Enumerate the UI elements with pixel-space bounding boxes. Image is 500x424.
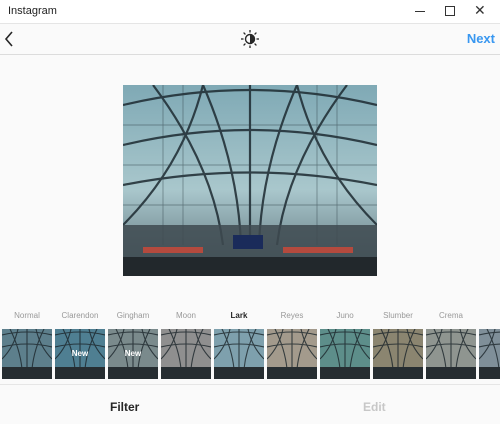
minimize-button[interactable] (405, 0, 435, 23)
chevron-left-icon (4, 31, 13, 47)
filter-label: Lu (471, 311, 500, 320)
filter-thumbnail (426, 329, 476, 379)
bottom-tab-bar: Filter Edit (0, 384, 500, 424)
filter-thumbnail (479, 329, 500, 379)
back-button[interactable] (2, 28, 20, 50)
filter-thumbnail (267, 329, 317, 379)
tab-filter[interactable]: Filter (110, 400, 139, 414)
close-icon: ✕ (474, 2, 486, 18)
window-title: Instagram (8, 5, 57, 17)
filter-thumbnail (214, 329, 264, 379)
next-button[interactable]: Next (467, 31, 495, 46)
maximize-button[interactable] (435, 0, 465, 23)
lux-adjust-button[interactable] (240, 29, 260, 49)
filter-thumbnail (161, 329, 211, 379)
editor-toolbar: Next (0, 24, 500, 55)
filter-strip[interactable]: Normal Clarendon New Gingham New Moon Lark Reye… (0, 311, 500, 383)
new-badge: New (124, 349, 142, 358)
minimize-icon (415, 11, 425, 12)
tab-edit[interactable]: Edit (363, 400, 386, 414)
title-bar: Instagram ✕ (0, 0, 500, 24)
close-button[interactable]: ✕ (466, 0, 496, 23)
new-badge: New (71, 349, 89, 358)
maximize-icon (445, 6, 455, 16)
photo-preview (123, 85, 377, 276)
filter-thumbnail (320, 329, 370, 379)
lux-sun-icon (241, 30, 259, 48)
filter-thumbnail (373, 329, 423, 379)
filter-thumbnail (2, 329, 52, 379)
